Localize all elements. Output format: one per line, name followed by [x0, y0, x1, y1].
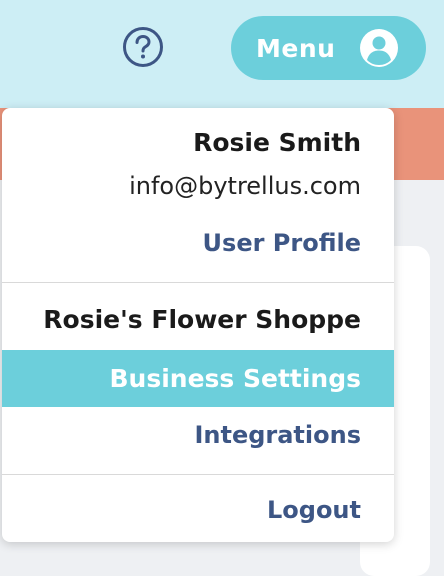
user-name: Rosie Smith — [193, 128, 361, 157]
business-name: Rosie's Flower Shoppe — [43, 305, 361, 334]
user-menu-dropdown: Rosie Smith info@bytrellus.com User Prof… — [2, 108, 394, 542]
user-avatar-icon — [359, 28, 399, 68]
menu-button-label: Menu — [256, 33, 336, 63]
business-settings-link[interactable]: Business Settings — [2, 350, 394, 407]
divider — [2, 282, 394, 283]
menu-button[interactable]: Menu — [231, 16, 426, 80]
logout-link[interactable]: Logout — [2, 496, 394, 524]
user-email: info@bytrellus.com — [129, 172, 361, 200]
user-profile-link[interactable]: User Profile — [2, 229, 394, 257]
help-icon[interactable] — [122, 26, 164, 68]
divider — [2, 474, 394, 475]
integrations-link[interactable]: Integrations — [2, 421, 394, 449]
